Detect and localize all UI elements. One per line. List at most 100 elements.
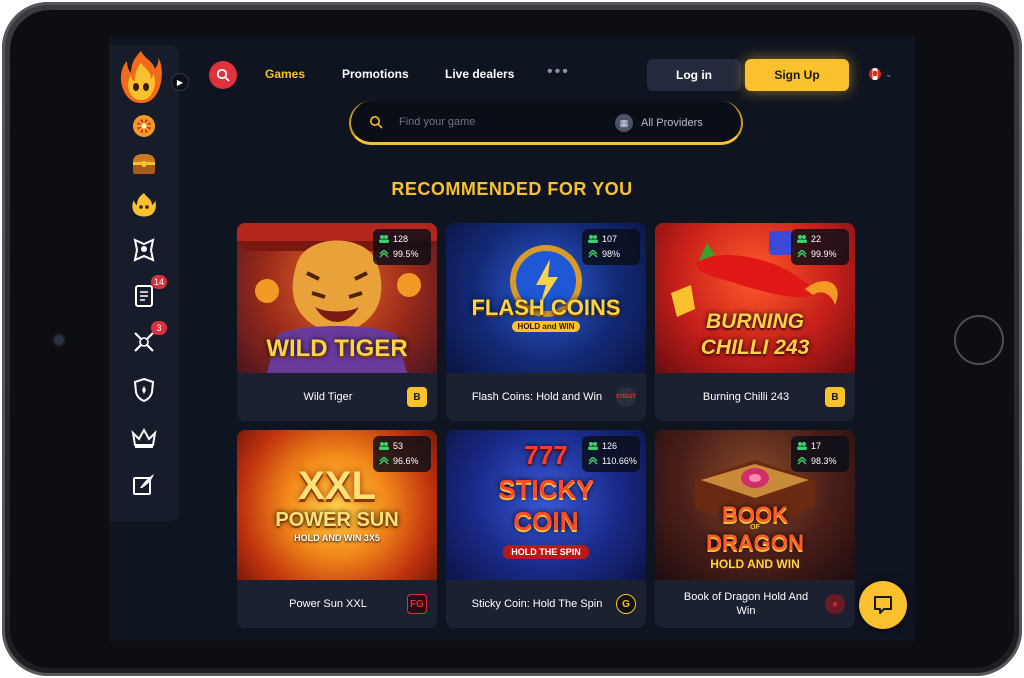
players-count: 107 (602, 234, 618, 244)
players-icon (797, 235, 807, 243)
players-icon (379, 235, 389, 243)
nav-games[interactable]: Games (265, 67, 305, 81)
rtp-icon (588, 250, 598, 258)
more-menu-button[interactable]: ••• (547, 63, 570, 81)
game-stats: 128 99.5% (373, 229, 431, 265)
players-icon (797, 442, 807, 450)
sidebar-item-wheel[interactable] (129, 111, 159, 141)
players-count: 126 (602, 441, 618, 451)
rtp-value: 99.5% (393, 249, 419, 259)
sidebar-item-vip[interactable] (129, 423, 159, 453)
providers-icon: ▦ (615, 114, 633, 132)
provider-badge: G (616, 594, 636, 614)
language-selector[interactable]: ⌄ (869, 68, 893, 80)
rtp-value: 110.66% (602, 456, 637, 466)
quests-badge: 14 (150, 275, 167, 289)
game-card-book-of-dragon[interactable]: BOOK OF DRAGON HOLD AND WIN 17 98.3% Boo… (655, 430, 855, 628)
providers-dropdown[interactable]: ▦ All Providers (615, 113, 703, 133)
game-stats: 126 110.66% (582, 436, 640, 472)
game-art-title: STICKY (498, 474, 594, 504)
sidebar: ▶ 14 3 (109, 45, 189, 521)
signup-button[interactable]: Sign Up (745, 59, 849, 91)
players-icon (588, 235, 598, 243)
search-button[interactable] (209, 61, 237, 89)
nav-promotions[interactable]: Promotions (342, 67, 409, 81)
flame-logo-icon[interactable] (119, 49, 163, 105)
game-thumbnail: XXL POWER SUN HOLD AND WIN 3X5 53 96.6% (237, 430, 437, 580)
search-icon (216, 68, 230, 82)
search-input[interactable]: Find your game (399, 116, 475, 128)
sidebar-item-treasure[interactable] (129, 149, 159, 179)
login-button[interactable]: Log in (647, 59, 741, 91)
warrior-icon (133, 238, 155, 262)
provider-badge: B (825, 387, 845, 407)
game-thumbnail: WILD TIGER 128 99.5% (237, 223, 437, 373)
shield-icon (133, 377, 155, 403)
rtp-value: 96.6% (393, 456, 419, 466)
scroll-icon (135, 285, 153, 307)
provider-badge: ● (825, 594, 845, 614)
players-icon (379, 442, 389, 450)
game-card-wild-tiger[interactable]: WILD TIGER 128 99.5% Wild Tiger B (237, 223, 437, 421)
sidebar-item-quests[interactable]: 14 (129, 275, 167, 311)
sidebar-item-clan[interactable] (129, 375, 159, 405)
chat-support-button[interactable] (859, 581, 907, 629)
game-art-subtitle: DRAGON (706, 530, 804, 555)
game-art-title: XXL (298, 464, 376, 508)
game-stats: 53 96.6% (373, 436, 431, 472)
rtp-value: 99.9% (811, 249, 837, 259)
rtp-icon (379, 457, 389, 465)
game-art-subtitle: HOLD and WIN (446, 321, 646, 332)
rtp-value: 98.3% (811, 456, 837, 466)
chevron-down-icon: ⌄ (885, 68, 893, 79)
game-card-flash-coins[interactable]: FLASH COINS HOLD and WIN 107 98% Flash C… (446, 223, 646, 421)
rtp-value: 98% (602, 249, 621, 259)
providers-label: All Providers (641, 117, 703, 129)
camera-icon (54, 335, 64, 345)
game-art-subtitle: CHILLI 243 (700, 336, 810, 359)
nav-live-dealers[interactable]: Live dealers (445, 67, 514, 81)
treasure-chest-icon (133, 154, 155, 174)
game-art-title: BURNING (706, 310, 804, 333)
provider-badge: STREET (616, 387, 636, 407)
players-count: 53 (393, 441, 404, 451)
game-card-burning-chilli[interactable]: BURNING CHILLI 243 22 99.9% Burning Chil… (655, 223, 855, 421)
game-card-power-sun-xxl[interactable]: XXL POWER SUN HOLD AND WIN 3X5 53 96.6% … (237, 430, 437, 628)
players-count: 128 (393, 234, 409, 244)
game-art-title: WILD TIGER (266, 335, 408, 362)
sidebar-item-warrior[interactable] (129, 235, 159, 265)
rtp-icon (379, 250, 389, 258)
wheel-icon (133, 115, 155, 137)
game-grid: WILD TIGER 128 99.5% Wild Tiger B FLASH … (237, 223, 857, 633)
section-title: RECOMMENDED FOR YOU (391, 179, 633, 199)
canada-flag-icon (869, 68, 881, 80)
rtp-icon (588, 457, 598, 465)
crown-icon (131, 427, 157, 448)
game-card-sticky-coin[interactable]: 777 STICKY COIN HOLD THE SPIN 126 110.66… (446, 430, 646, 628)
game-search-bar[interactable]: Find your game ▦ All Providers (349, 101, 743, 145)
rtp-icon (797, 457, 807, 465)
game-thumbnail: BOOK OF DRAGON HOLD AND WIN 17 98.3% (655, 430, 855, 580)
game-stats: 107 98% (582, 229, 640, 265)
provider-badge: FG (407, 594, 427, 614)
search-icon (370, 116, 383, 129)
provider-badge: B (407, 387, 427, 407)
top-navigation: Games Promotions Live dealers ••• Log in… (209, 59, 909, 91)
game-thumbnail: 777 STICKY COIN HOLD THE SPIN 126 110.66… (446, 430, 646, 580)
players-icon (588, 442, 598, 450)
game-art-title: FLASH COINS (471, 295, 621, 320)
battles-badge: 3 (151, 321, 167, 335)
game-art-subtitle: COIN (513, 506, 579, 536)
screen: ▶ 14 3 Games Promotions Live dealers •••… (109, 37, 915, 641)
sidebar-toggle-button[interactable]: ▶ (171, 73, 189, 91)
home-button[interactable] (954, 315, 1004, 365)
game-art-tagline: HOLD THE SPIN (446, 545, 646, 559)
players-count: 17 (811, 441, 822, 451)
sidebar-item-blog[interactable] (129, 469, 159, 499)
quill-icon (133, 474, 154, 495)
game-stats: 22 99.9% (791, 229, 849, 265)
game-art-tagline: HOLD AND WIN 3X5 (294, 533, 380, 543)
sidebar-item-battles[interactable]: 3 (129, 321, 167, 357)
game-art-tagline: HOLD AND WIN (710, 557, 800, 571)
game-thumbnail: FLASH COINS HOLD and WIN 107 98% (446, 223, 646, 373)
